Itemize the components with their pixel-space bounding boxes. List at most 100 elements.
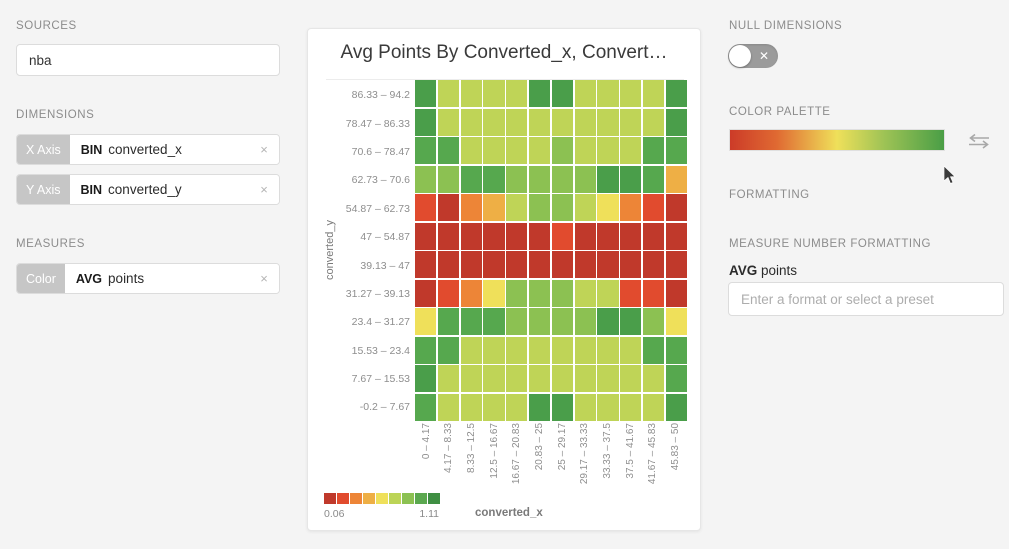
heatmap-cell[interactable] [643,137,664,164]
heatmap-cell[interactable] [506,194,527,221]
heatmap-cell[interactable] [597,280,618,307]
heatmap-cell[interactable] [506,223,527,250]
heatmap-cell[interactable] [438,109,459,136]
heatmap-cell[interactable] [438,223,459,250]
heatmap-cell[interactable] [620,251,641,278]
heatmap-cell[interactable] [461,365,482,392]
heatmap-cell[interactable] [483,194,504,221]
heatmap-cell[interactable] [643,308,664,335]
heatmap-cell[interactable] [461,280,482,307]
heatmap-cell[interactable] [666,251,687,278]
y-axis-field-body[interactable]: BIN converted_y [70,175,249,204]
heatmap-cell[interactable] [438,194,459,221]
heatmap-cell[interactable] [415,137,436,164]
heatmap-cell[interactable] [666,194,687,221]
heatmap-cell[interactable] [529,194,550,221]
heatmap-cell[interactable] [552,337,573,364]
heatmap-cell[interactable] [506,137,527,164]
heatmap-cell[interactable] [597,251,618,278]
heatmap-cell[interactable] [575,109,596,136]
heatmap-cell[interactable] [666,80,687,107]
x-axis-field-body[interactable]: BIN converted_x [70,135,249,164]
heatmap-cell[interactable] [483,137,504,164]
heatmap-cell[interactable] [461,394,482,421]
heatmap-cell[interactable] [597,308,618,335]
heatmap-cell[interactable] [552,365,573,392]
heatmap-cell[interactable] [666,109,687,136]
color-palette-bar[interactable] [729,129,945,151]
heatmap-cell[interactable] [620,308,641,335]
heatmap-cell[interactable] [620,337,641,364]
remove-y-axis-icon[interactable]: × [249,175,279,204]
heatmap-cell[interactable] [529,166,550,193]
heatmap-cell[interactable] [666,365,687,392]
heatmap-cell[interactable] [552,166,573,193]
heatmap-cell[interactable] [506,365,527,392]
heatmap-cell[interactable] [506,337,527,364]
heatmap-cell[interactable] [620,80,641,107]
heatmap-cell[interactable] [506,166,527,193]
dimension-row-y-axis[interactable]: Y Axis BIN converted_y × [16,174,280,205]
heatmap-cell[interactable] [461,223,482,250]
heatmap-cell[interactable] [506,109,527,136]
heatmap-cell[interactable] [552,280,573,307]
heatmap-cell[interactable] [438,365,459,392]
heatmap-cell[interactable] [529,308,550,335]
heatmap-cell[interactable] [643,394,664,421]
heatmap-cell[interactable] [461,337,482,364]
heatmap-cell[interactable] [597,194,618,221]
heatmap-cell[interactable] [575,194,596,221]
heatmap-cell[interactable] [506,280,527,307]
heatmap-cell[interactable] [438,337,459,364]
heatmap-cell[interactable] [552,251,573,278]
heatmap-cell[interactable] [552,80,573,107]
heatmap-cell[interactable] [415,80,436,107]
heatmap-cell[interactable] [415,308,436,335]
heatmap-cell[interactable] [643,80,664,107]
heatmap-cell[interactable] [643,337,664,364]
color-measure-body[interactable]: AVG points [65,264,249,293]
heatmap-cell[interactable] [666,280,687,307]
heatmap-cell[interactable] [575,80,596,107]
heatmap-cell[interactable] [552,194,573,221]
measure-row-color[interactable]: Color AVG points × [16,263,280,294]
heatmap-cell[interactable] [666,394,687,421]
heatmap-cell[interactable] [597,223,618,250]
heatmap-cell[interactable] [461,251,482,278]
heatmap-cell[interactable] [597,365,618,392]
source-input[interactable]: nba [16,44,280,76]
heatmap-cell[interactable] [666,337,687,364]
heatmap-cell[interactable] [597,166,618,193]
heatmap-cell[interactable] [415,337,436,364]
heatmap-cell[interactable] [438,166,459,193]
heatmap-cell[interactable] [643,194,664,221]
heatmap-cell[interactable] [643,251,664,278]
heatmap-cell[interactable] [415,166,436,193]
heatmap-cell[interactable] [483,251,504,278]
heatmap-cell[interactable] [506,394,527,421]
heatmap-cell[interactable] [415,280,436,307]
heatmap-cell[interactable] [575,223,596,250]
heatmap-cell[interactable] [483,280,504,307]
heatmap-cell[interactable] [415,365,436,392]
heatmap-cell[interactable] [552,137,573,164]
heatmap-cell[interactable] [620,223,641,250]
heatmap-cell[interactable] [529,337,550,364]
heatmap-cell[interactable] [483,223,504,250]
heatmap-cell[interactable] [620,194,641,221]
heatmap-cell[interactable] [529,109,550,136]
heatmap-cell[interactable] [666,308,687,335]
heatmap-cell[interactable] [597,109,618,136]
heatmap-cell[interactable] [666,223,687,250]
heatmap-cell[interactable] [483,365,504,392]
heatmap-cell[interactable] [529,137,550,164]
heatmap-cell[interactable] [643,280,664,307]
heatmap-cell[interactable] [461,137,482,164]
heatmap-cell[interactable] [575,137,596,164]
heatmap-cell[interactable] [438,251,459,278]
heatmap-cell[interactable] [575,166,596,193]
remove-color-measure-icon[interactable]: × [249,264,279,293]
heatmap-cell[interactable] [461,166,482,193]
heatmap-cell[interactable] [575,280,596,307]
dimension-row-x-axis[interactable]: X Axis BIN converted_x × [16,134,280,165]
